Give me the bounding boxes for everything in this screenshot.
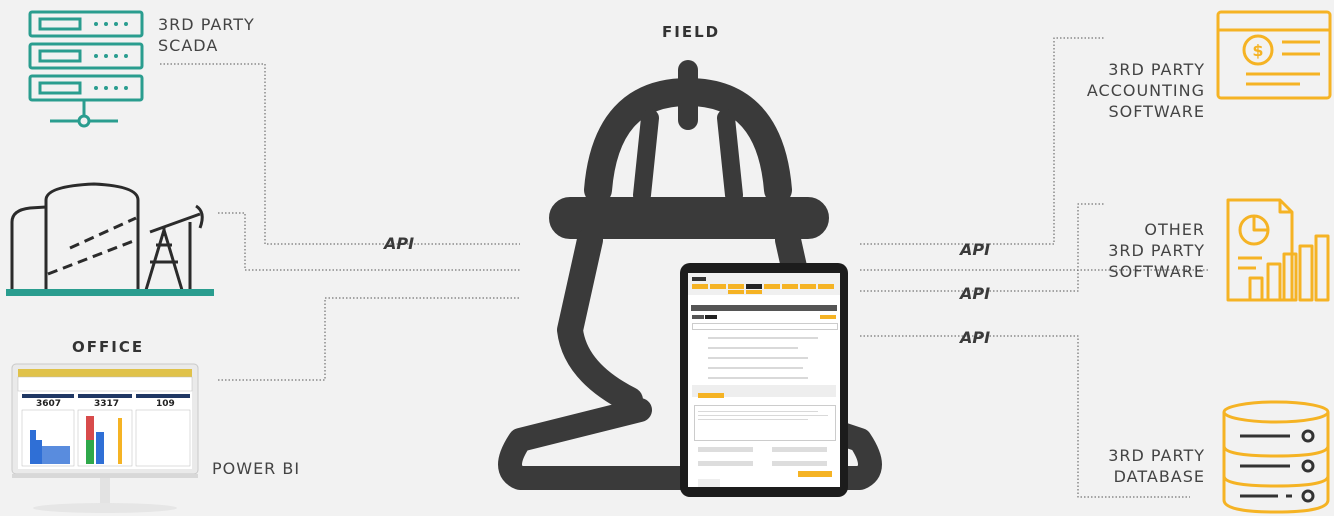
accounting-label: 3RD PARTY ACCOUNTING SOFTWARE — [1040, 59, 1205, 122]
powerbi-label: POWER BI — [212, 459, 301, 478]
api-label-database: API — [960, 328, 991, 347]
other-software-label: OTHER 3RD PARTY SOFTWARE — [1040, 219, 1205, 282]
other-software-label-line1: OTHER — [1144, 220, 1205, 239]
scada-label: 3RD PARTY SCADA — [158, 14, 255, 56]
other-software-label-line3: SOFTWARE — [1108, 262, 1205, 281]
api-label-accounting: API — [960, 240, 991, 259]
other-software-label-line2: 3RD PARTY — [1108, 241, 1205, 260]
database-label-line1: 3RD PARTY — [1108, 446, 1205, 465]
field-heading: FIELD — [662, 23, 721, 41]
database-label: 3RD PARTY DATABASE — [1040, 445, 1205, 487]
scada-label-line1: 3RD PARTY — [158, 15, 255, 34]
scada-label-line2: SCADA — [158, 36, 219, 55]
api-label-other: API — [960, 284, 991, 303]
dashboard-number-2: 3317 — [94, 399, 120, 409]
accounting-label-line2: ACCOUNTING — [1086, 81, 1205, 100]
accounting-label-line3: SOFTWARE — [1108, 102, 1205, 121]
api-label-scada: API — [384, 234, 415, 253]
dashboard-number-1: 3607 — [36, 399, 62, 409]
office-heading: OFFICE — [72, 338, 145, 356]
database-label-line2: DATABASE — [1113, 467, 1205, 486]
dashboard-number-3: 109 — [156, 399, 175, 409]
accounting-label-line1: 3RD PARTY — [1108, 60, 1205, 79]
